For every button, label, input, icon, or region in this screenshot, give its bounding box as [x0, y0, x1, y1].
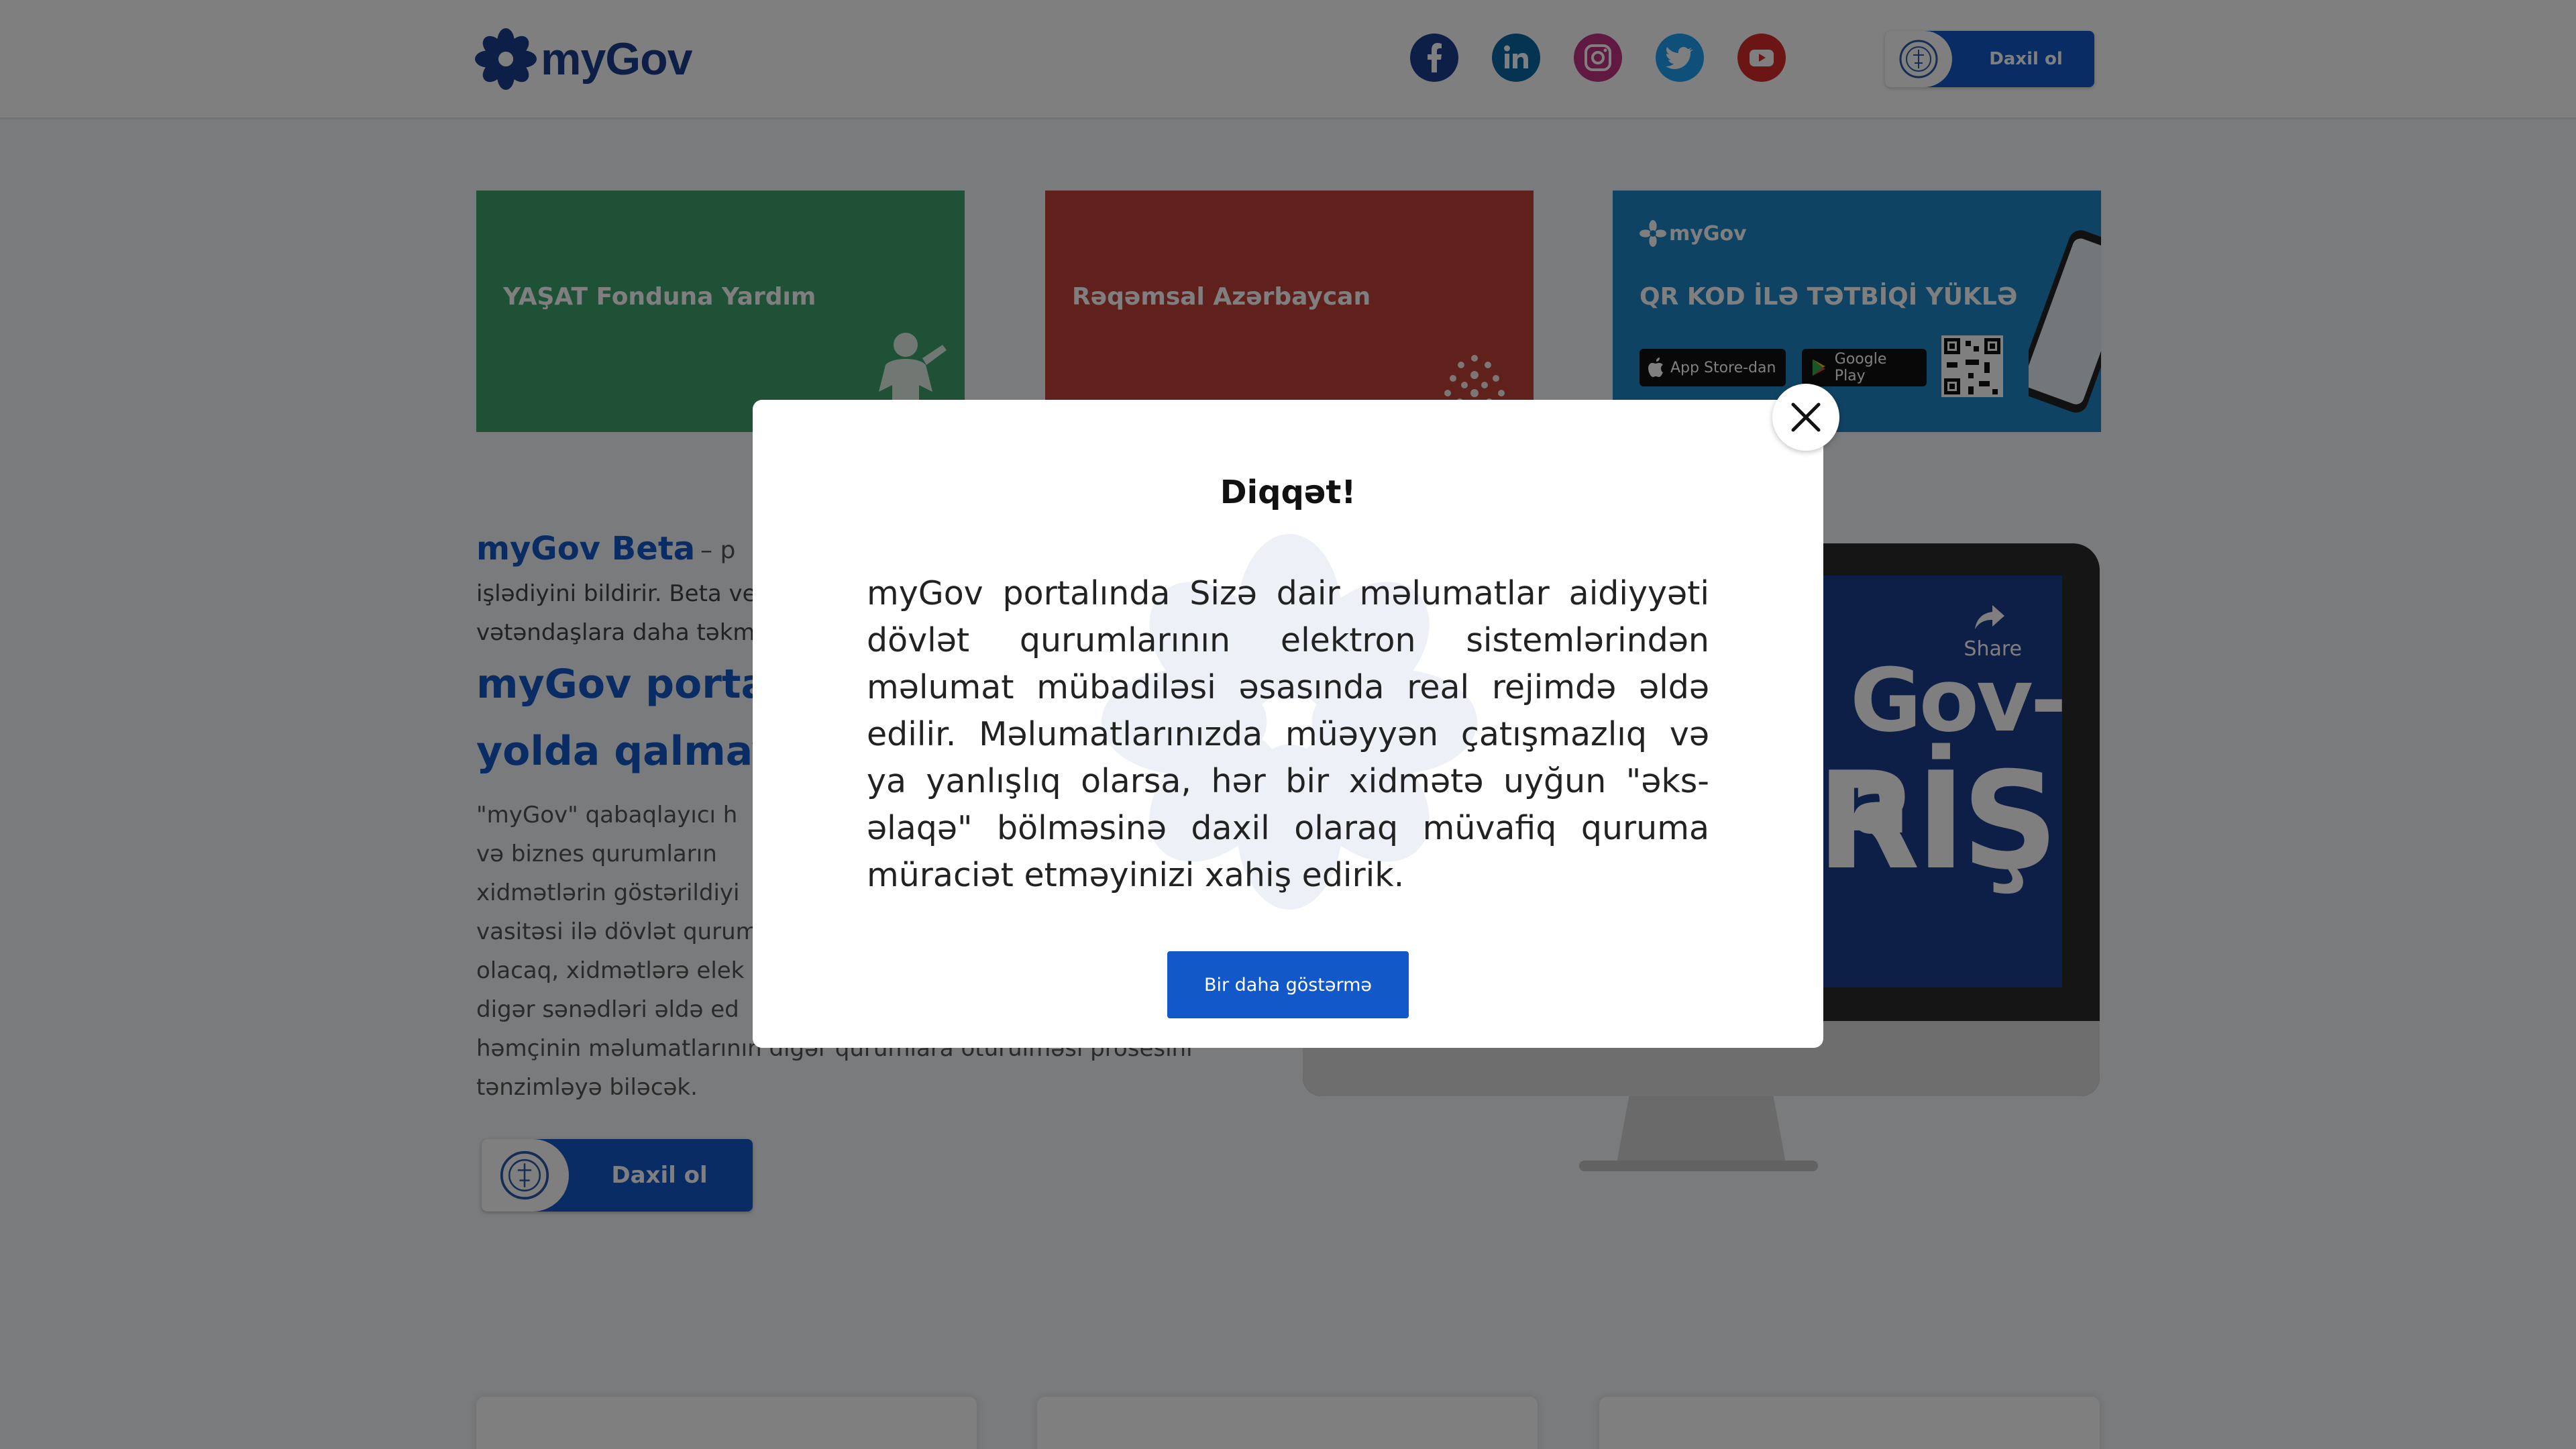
close-icon: [1791, 402, 1821, 432]
modal-title: Diqqət!: [1220, 474, 1356, 511]
dont-show-again-button[interactable]: Bir daha göstərmə: [1167, 951, 1409, 1018]
modal-message: myGov portalında Sizə dair məlumatlar ai…: [867, 574, 1709, 894]
attention-modal: Diqqət! myGov portalında Sizə dair məlum…: [753, 400, 1823, 1048]
modal-close-button[interactable]: [1772, 384, 1839, 451]
